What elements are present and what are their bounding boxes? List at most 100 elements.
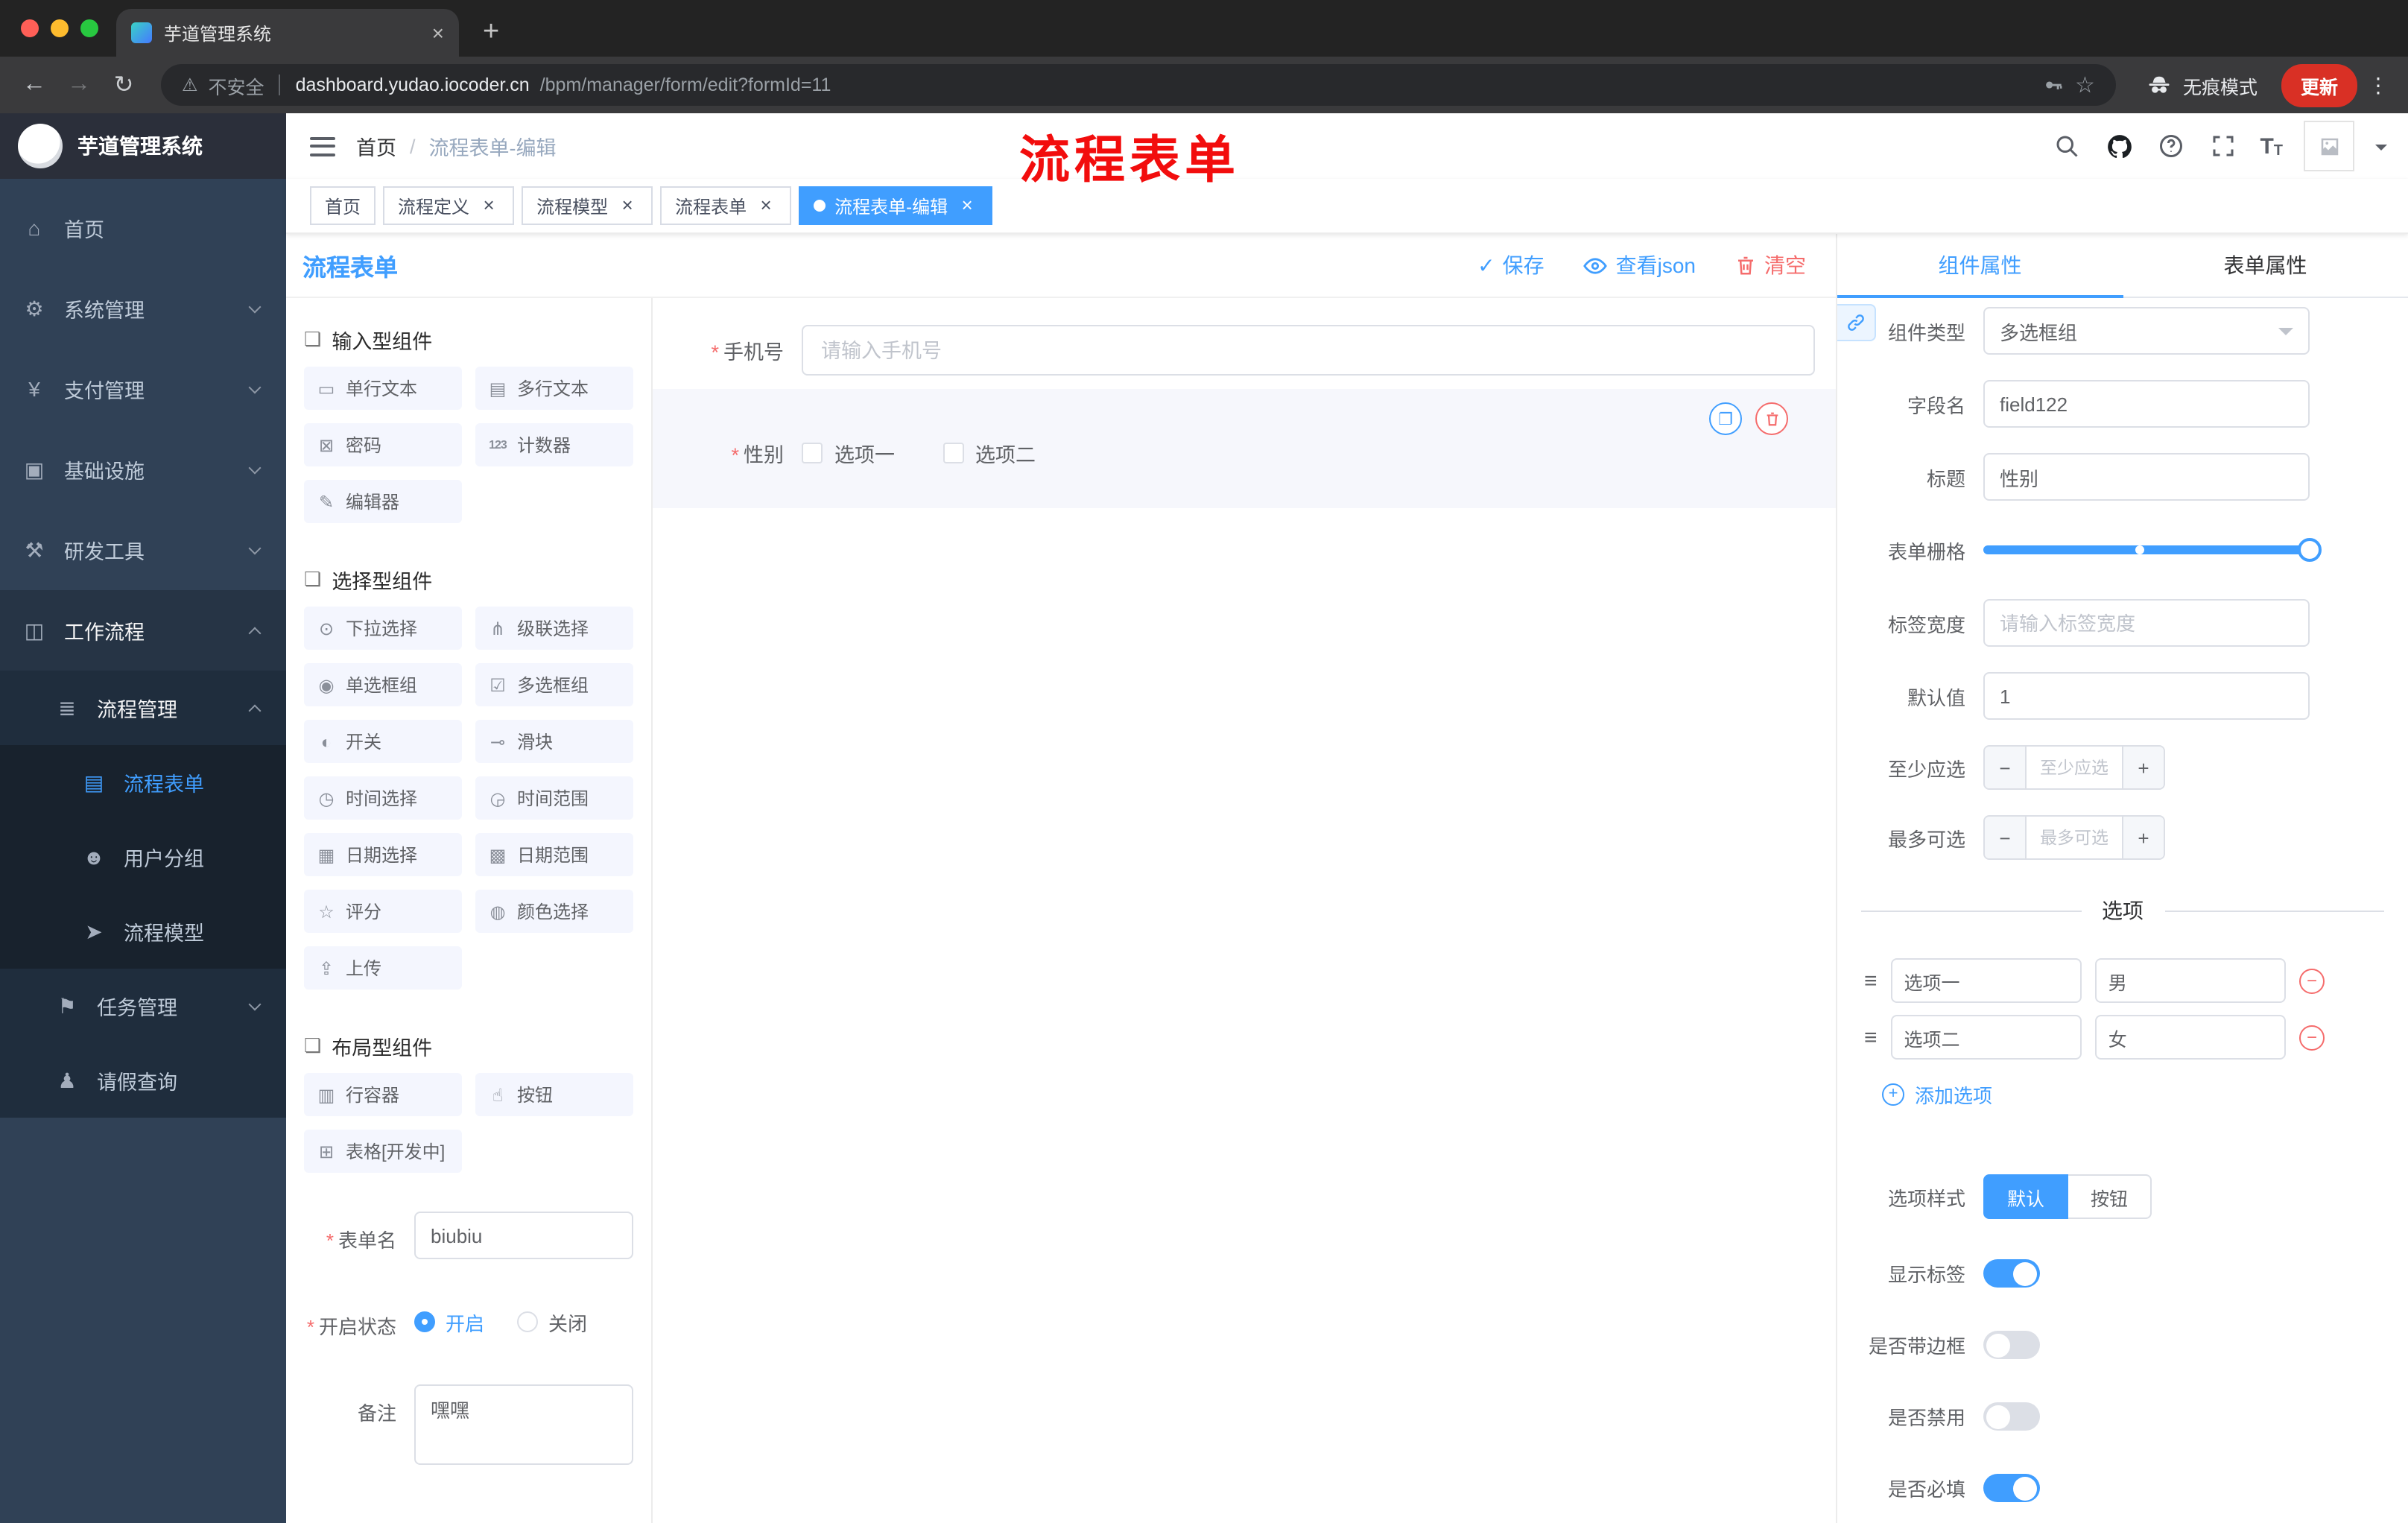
option-label-input[interactable]	[1890, 958, 2082, 1003]
palette-item-time-picker[interactable]: ◷ 时间选择	[304, 776, 462, 820]
reload-button[interactable]: ↻	[104, 70, 143, 100]
sidebar-item-system[interactable]: ⚙ 系统管理	[0, 268, 286, 349]
palette-item-radio-group[interactable]: ◉ 单选框组	[304, 663, 462, 706]
palette-item-upload[interactable]: ⇪ 上传	[304, 946, 462, 990]
checkbox-option[interactable]: 选项二	[942, 438, 1036, 468]
sidebar-item-process-mgmt[interactable]: ≣ 流程管理	[0, 671, 286, 745]
drag-handle-icon[interactable]: ≡	[1864, 1025, 1878, 1050]
palette-item-row-container[interactable]: ▥ 行容器	[304, 1073, 462, 1116]
gender-field-row[interactable]: 性别 选项一 选项二	[653, 438, 1815, 468]
label-width-input[interactable]	[1983, 599, 2310, 647]
switch-required[interactable]	[1983, 1474, 2040, 1502]
avatar-caret-icon[interactable]	[2375, 144, 2387, 156]
slider-handle[interactable]	[2298, 538, 2322, 562]
checkbox-icon[interactable]	[802, 443, 823, 463]
tab-component-props[interactable]: 组件属性	[1837, 234, 2123, 298]
copy-component-button[interactable]: ❐	[1709, 402, 1742, 435]
radio-enabled[interactable]: 开启	[414, 1308, 484, 1336]
clear-button[interactable]: 清空	[1734, 250, 1806, 280]
delete-component-button[interactable]	[1755, 402, 1788, 435]
style-button-button[interactable]: 按钮	[2068, 1174, 2152, 1219]
palette-item-rate[interactable]: ☆ 评分	[304, 890, 462, 933]
radio-disabled[interactable]: 关闭	[517, 1308, 587, 1336]
default-value-input[interactable]	[1983, 672, 2310, 720]
tab-form-props[interactable]: 表单属性	[2123, 234, 2408, 297]
palette-item-editor[interactable]: ✎ 编辑器	[304, 480, 462, 523]
chrome-update-button[interactable]: 更新	[2281, 63, 2357, 107]
palette-item-date-picker[interactable]: ▦ 日期选择	[304, 833, 462, 876]
sidebar-item-infra[interactable]: ▣ 基础设施	[0, 429, 286, 510]
sidebar-item-leave-query[interactable]: ♟ 请假查询	[0, 1043, 286, 1118]
remove-option-button[interactable]: −	[2299, 968, 2325, 993]
palette-item-date-range[interactable]: ▩ 日期范围	[475, 833, 633, 876]
close-window-button[interactable]	[21, 19, 39, 37]
fullscreen-icon[interactable]	[2208, 130, 2239, 162]
tag-process-definition[interactable]: 流程定义 ×	[383, 186, 515, 225]
title-input[interactable]	[1983, 453, 2310, 501]
palette-item-color-picker[interactable]: ◍ 颜色选择	[475, 890, 633, 933]
sidebar-item-user-group[interactable]: ☻ 用户分组	[0, 820, 286, 894]
palette-item-select[interactable]: ⊙ 下拉选择	[304, 607, 462, 650]
zoom-window-button[interactable]	[80, 19, 98, 37]
tag-process-form-edit[interactable]: 流程表单-编辑 ×	[799, 186, 993, 225]
decrease-button[interactable]: −	[1985, 747, 2027, 788]
font-size-icon[interactable]: TT	[2260, 133, 2283, 159]
component-type-select[interactable]: 多选框组	[1983, 307, 2310, 355]
tag-process-model[interactable]: 流程模型 ×	[522, 186, 653, 225]
tag-close-icon[interactable]: ×	[755, 195, 776, 216]
palette-item-multi-text[interactable]: ▤ 多行文本	[475, 367, 633, 410]
palette-item-switch[interactable]: ◐ 开关	[304, 720, 462, 763]
save-button[interactable]: ✓ 保存	[1477, 250, 1544, 280]
switch-bordered[interactable]	[1983, 1331, 2040, 1359]
github-icon[interactable]	[2103, 130, 2135, 162]
tag-close-icon[interactable]: ×	[478, 195, 499, 216]
decrease-button[interactable]: −	[1985, 817, 2027, 858]
switch-disabled[interactable]	[1983, 1402, 2040, 1431]
breadcrumb-home[interactable]: 首页	[356, 131, 396, 161]
tag-process-form[interactable]: 流程表单 ×	[660, 186, 792, 225]
increase-button[interactable]: +	[2122, 747, 2164, 788]
field-name-input[interactable]	[1983, 380, 2310, 428]
tag-close-icon[interactable]: ×	[617, 195, 638, 216]
sidebar-item-home[interactable]: ⌂ 首页	[0, 188, 286, 268]
bookmark-star-icon[interactable]: ☆	[2075, 72, 2095, 98]
form-canvas[interactable]: 手机号 ❐	[653, 298, 1836, 1523]
tab-close-icon[interactable]: ×	[432, 22, 444, 43]
switch-show-label[interactable]	[1983, 1259, 2040, 1288]
remove-option-button[interactable]: −	[2299, 1025, 2325, 1050]
drag-handle-icon[interactable]: ≡	[1864, 968, 1878, 993]
palette-item-time-range[interactable]: ◶ 时间范围	[475, 776, 633, 820]
form-remark-textarea[interactable]: 嘿嘿	[414, 1384, 633, 1465]
selected-component-gender[interactable]: ❐ 性别 选项一 选项二	[653, 389, 1836, 508]
option-label-input[interactable]	[1890, 1015, 2082, 1060]
sidebar-item-process-model[interactable]: ➤ 流程模型	[0, 894, 286, 969]
phone-field-input[interactable]	[802, 325, 1815, 376]
hamburger-menu-icon[interactable]	[310, 136, 335, 156]
palette-item-checkbox-group[interactable]: ☑ 多选框组	[475, 663, 633, 706]
increase-button[interactable]: +	[2122, 817, 2164, 858]
new-tab-button[interactable]: +	[483, 18, 499, 46]
browser-menu-icon[interactable]: ⋮	[2363, 72, 2393, 98]
palette-item-cascader[interactable]: ⋔ 级联选择	[475, 607, 633, 650]
address-bar[interactable]: ⚠ 不安全 dashboard.yudao.iocoder.cn/bpm/man…	[161, 64, 2116, 106]
palette-item-password[interactable]: ⊠ 密码	[304, 423, 462, 466]
sidebar-item-workflow[interactable]: ◫ 工作流程	[0, 590, 286, 671]
slider-track[interactable]	[1983, 538, 2322, 562]
tag-close-icon[interactable]: ×	[957, 195, 978, 216]
style-default-button[interactable]: 默认	[1983, 1174, 2069, 1219]
phone-field-row[interactable]: 手机号	[653, 325, 1815, 376]
palette-item-table[interactable]: ⊞ 表格[开发中]	[304, 1130, 462, 1173]
palette-item-button[interactable]: ☝ 按钮	[475, 1073, 633, 1116]
palette-item-counter[interactable]: 123 计数器	[475, 423, 633, 466]
sidebar-item-devtools[interactable]: ⚒ 研发工具	[0, 510, 286, 590]
back-button[interactable]: ←	[15, 72, 54, 98]
option-value-input[interactable]	[2094, 958, 2287, 1003]
checkbox-icon[interactable]	[942, 443, 963, 463]
grid-slider[interactable]	[1983, 526, 2322, 574]
sidebar-item-payment[interactable]: ¥ 支付管理	[0, 349, 286, 429]
view-json-button[interactable]: 查看json	[1583, 250, 1696, 280]
forward-button[interactable]: →	[60, 72, 98, 98]
palette-item-single-text[interactable]: ▭ 单行文本	[304, 367, 462, 410]
search-icon[interactable]	[2051, 130, 2082, 162]
form-name-input[interactable]	[414, 1212, 633, 1259]
